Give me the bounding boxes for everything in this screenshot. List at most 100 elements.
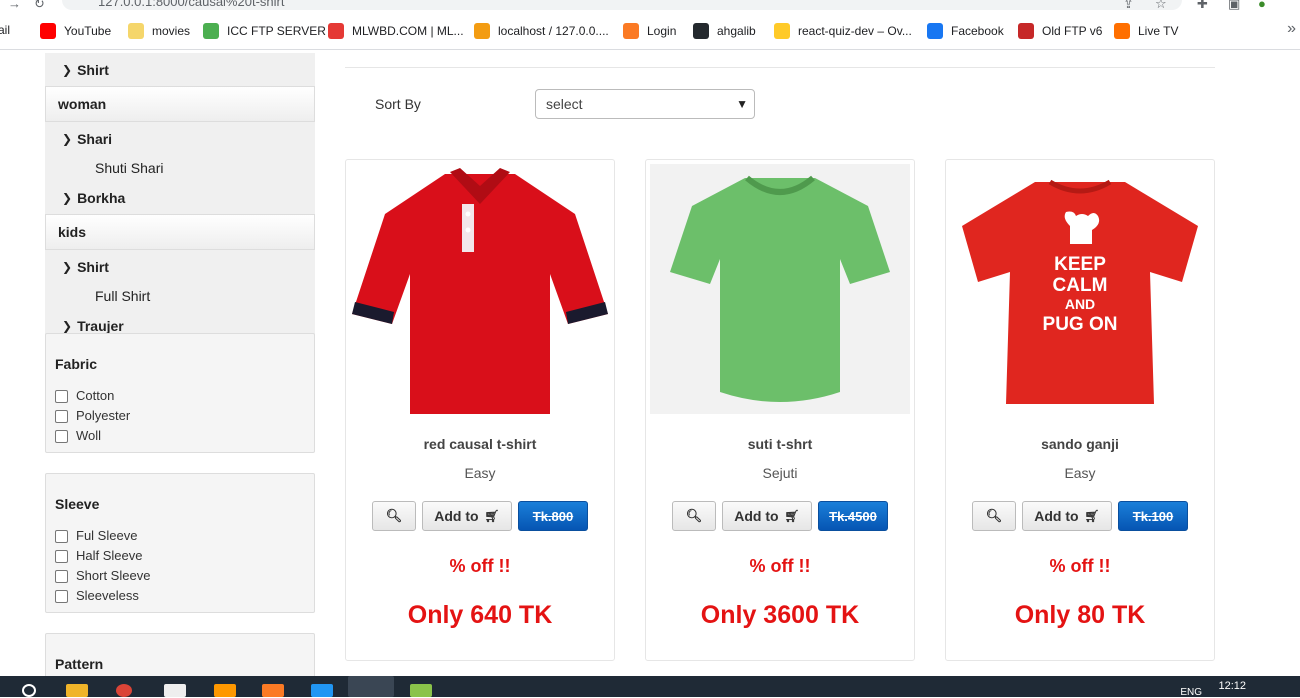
bookmark-item[interactable]: mail xyxy=(0,23,10,37)
search-icon[interactable] xyxy=(22,684,36,697)
bookmark-label: Live TV xyxy=(1138,24,1179,38)
sleeve-filter: Sleeve Ful Sleeve Half Sleeve Short Sleeve… xyxy=(45,473,315,613)
category-header[interactable]: kids xyxy=(45,214,315,250)
profile-avatar-icon[interactable]: ● xyxy=(1258,0,1266,11)
bookmark-star-icon[interactable]: ☆ xyxy=(1155,0,1167,12)
category-item[interactable]: ❯ Borkha xyxy=(45,181,315,214)
checkbox[interactable] xyxy=(55,590,68,603)
offer-price: Only 640 TK xyxy=(407,601,553,629)
sleeve-option[interactable]: Half Sleeve xyxy=(46,545,314,565)
chrome-icon[interactable] xyxy=(116,684,132,697)
bookmark-item[interactable]: Old FTP v6 xyxy=(1018,23,1102,39)
share-icon[interactable]: ⇪ xyxy=(1123,0,1134,12)
sleeve-option[interactable]: Sleeveless xyxy=(46,585,314,605)
add-to-label: Add to xyxy=(734,508,779,524)
bookmark-item[interactable]: Live TV xyxy=(1114,23,1178,39)
add-to-label: Add to xyxy=(434,508,479,524)
taskbar: ENG 12:12 xyxy=(0,676,1300,698)
category-item[interactable]: ❯ Shirt xyxy=(45,250,315,283)
category-label: kids xyxy=(58,224,87,240)
bookmark-label: Old FTP v6 xyxy=(1042,24,1103,38)
checkbox[interactable] xyxy=(55,390,68,403)
facebook-icon xyxy=(927,23,943,39)
add-to-cart-button[interactable]: Add to 🛒︎ xyxy=(422,501,512,531)
back-arrow-icon[interactable]: → xyxy=(8,0,21,11)
category-menu: ❯ Shirt woman ❯ Shari Shuti Shari ❯ Borkha kids ❯… xyxy=(45,53,315,342)
add-to-cart-button[interactable]: Add to 🛒︎ xyxy=(1022,501,1112,531)
fabric-option[interactable]: Woll xyxy=(46,425,314,445)
category-item[interactable]: ❯ Shirt xyxy=(45,53,315,86)
chrome-active-icon[interactable] xyxy=(348,676,394,697)
original-price-button[interactable]: Tk.4500 xyxy=(818,501,888,531)
quick-view-button[interactable]: 🔍︎ xyxy=(972,501,1016,531)
print-line: KEEP xyxy=(1054,254,1106,275)
product-actions: 🔍︎ Add to 🛒︎ Tk.800 xyxy=(346,501,614,531)
product-image-wrap[interactable] xyxy=(650,164,910,414)
add-to-cart-button[interactable]: Add to 🛒︎ xyxy=(722,501,812,531)
category-label: Shirt xyxy=(77,61,109,78)
bookmark-item[interactable]: ICC FTP SERVER xyxy=(203,23,326,39)
category-label: Borkha xyxy=(77,189,126,206)
product-name[interactable]: suti t-shrt xyxy=(646,436,914,452)
fabric-option[interactable]: Cotton xyxy=(46,385,314,405)
sort-select-value: select xyxy=(546,96,583,112)
reload-icon[interactable]: ↻ xyxy=(34,0,45,12)
product-brand: Easy xyxy=(464,465,496,481)
git-icon[interactable] xyxy=(410,684,432,697)
extensions-icon[interactable]: ✚ xyxy=(1197,0,1208,12)
quick-view-button[interactable]: 🔍︎ xyxy=(672,501,716,531)
notepad-icon[interactable] xyxy=(164,684,186,697)
bookmark-item[interactable]: movies xyxy=(128,23,190,39)
category-item[interactable]: ❯ Shari xyxy=(45,122,315,155)
checkbox[interactable] xyxy=(55,530,68,543)
product-name[interactable]: sando ganji xyxy=(946,436,1214,452)
subcategory-item[interactable]: Shuti Shari xyxy=(45,155,315,181)
original-price-button[interactable]: Tk.100 xyxy=(1118,501,1188,531)
category-label: woman xyxy=(58,96,107,112)
bookmark-item[interactable]: Facebook xyxy=(927,23,1004,39)
bookmark-item[interactable]: react-quiz-dev – Ov... xyxy=(774,23,912,39)
chevron-right-icon: ❯ xyxy=(62,131,73,146)
product-image xyxy=(350,164,610,414)
bookmarks-overflow-icon[interactable]: » xyxy=(1287,20,1296,38)
xampp-icon[interactable] xyxy=(262,684,284,697)
fabric-option[interactable]: Polyester xyxy=(46,405,314,425)
product-image-wrap[interactable] xyxy=(350,164,610,414)
bookmark-item[interactable]: localhost / 127.0.0.... xyxy=(474,23,609,39)
sublime-icon[interactable] xyxy=(214,684,236,697)
option-label: Half Sleeve xyxy=(76,547,143,563)
checkbox[interactable] xyxy=(55,570,68,583)
clock[interactable]: 12:12 xyxy=(1218,680,1246,692)
phpmyadmin-icon xyxy=(474,23,490,39)
checkbox[interactable] xyxy=(55,550,68,563)
quick-view-button[interactable]: 🔍︎ xyxy=(372,501,416,531)
category-label: Shuti Shari xyxy=(95,160,164,176)
product-image-wrap[interactable]: KEEP CALM AND PUG ON xyxy=(950,164,1210,414)
category-label: Full Shirt xyxy=(95,288,151,304)
vscode-icon[interactable] xyxy=(311,684,333,697)
sort-select[interactable]: select ▼ xyxy=(535,89,755,119)
pattern-filter-title: Pattern xyxy=(55,656,104,672)
url-text[interactable]: 127.0.0.1:8000/causal%20t-shirt xyxy=(98,0,284,9)
cart-icon: 🛒︎ xyxy=(784,509,800,523)
original-price-button[interactable]: Tk.800 xyxy=(518,501,588,531)
category-header[interactable]: woman xyxy=(45,86,315,122)
checkbox[interactable] xyxy=(55,430,68,443)
file-explorer-icon[interactable] xyxy=(66,684,88,697)
subcategory-item[interactable]: Full Shirt xyxy=(45,283,315,309)
sidepanel-icon[interactable]: ▣ xyxy=(1228,0,1240,12)
pattern-filter: Pattern xyxy=(45,633,315,676)
option-label: Woll xyxy=(76,427,102,443)
sleeve-option[interactable]: Ful Sleeve xyxy=(46,525,314,545)
bookmark-item[interactable]: ahgalib xyxy=(693,23,756,39)
zoom-icon: 🔍︎ xyxy=(385,508,403,523)
bookmark-item[interactable]: Login xyxy=(623,23,676,39)
globe-icon xyxy=(1018,23,1034,39)
bookmark-item[interactable]: MLWBD.COM | ML... xyxy=(328,23,464,39)
sleeve-option[interactable]: Short Sleeve xyxy=(46,565,314,585)
category-label: Traujer xyxy=(77,317,124,334)
language-indicator[interactable]: ENG xyxy=(1180,687,1202,698)
checkbox[interactable] xyxy=(55,410,68,423)
bookmark-item[interactable]: YouTube xyxy=(40,23,111,39)
product-name[interactable]: red causal t-shirt xyxy=(346,436,614,452)
